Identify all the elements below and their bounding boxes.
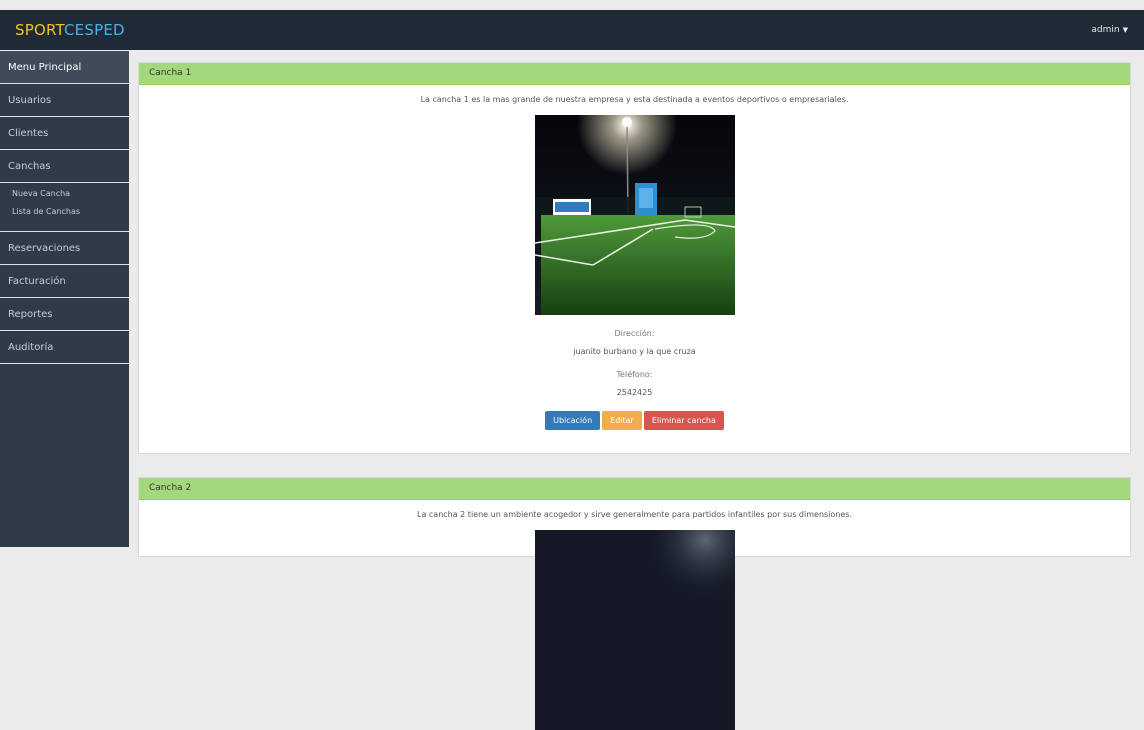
- cancha-panel: Cancha 2 La cancha 2 tiene un ambiente a…: [138, 477, 1131, 730]
- sidebar-item-reservaciones[interactable]: Reservaciones: [0, 232, 129, 265]
- user-menu-label: admin: [1091, 25, 1120, 35]
- brand-logo[interactable]: SPORTCESPED: [15, 21, 125, 39]
- editar-button[interactable]: Editar: [602, 411, 642, 430]
- user-menu[interactable]: admin ▼: [1091, 25, 1128, 35]
- telefono-label: Teléfono:: [616, 370, 653, 379]
- sidebar-subitem-lista-canchas[interactable]: Lista de Canchas: [0, 203, 129, 221]
- cancha-actions: Ubicación Editar Eliminar cancha: [139, 411, 1130, 430]
- cancha-photo: [534, 115, 735, 315]
- cancha-panel: Cancha 1 La cancha 1 es la mas grande de…: [138, 62, 1131, 454]
- telefono-value: 2542425: [616, 388, 653, 397]
- cancha-description: La cancha 1 es la mas grande de nuestra …: [420, 95, 849, 104]
- sidebar-item-menu-principal[interactable]: Menu Principal: [0, 51, 129, 84]
- cancha-photo: [534, 530, 735, 730]
- sidebar-item-auditoria[interactable]: Auditoría: [0, 331, 129, 364]
- cancha-description: La cancha 2 tiene un ambiente acogedor y…: [416, 510, 852, 519]
- brand-part-cesped: CESPED: [64, 21, 125, 39]
- sidebar-item-clientes[interactable]: Clientes: [0, 117, 129, 150]
- eliminar-cancha-button[interactable]: Eliminar cancha: [643, 411, 724, 430]
- ubicacion-button[interactable]: Ubicación: [545, 411, 601, 430]
- panel-title: Cancha 1: [139, 63, 1130, 85]
- sidebar-item-canchas[interactable]: Canchas: [0, 150, 129, 183]
- sidebar: Menu Principal Usuarios Clientes Canchas…: [0, 51, 129, 547]
- brand-part-sport: SPORT: [15, 21, 64, 39]
- panel-title: Cancha 2: [139, 478, 1130, 500]
- canchas-submenu: Nueva Cancha Lista de Canchas: [0, 185, 129, 232]
- sidebar-item-facturacion[interactable]: Facturación: [0, 265, 129, 298]
- direccion-label: Dirección:: [614, 329, 655, 338]
- top-navbar: SPORTCESPED admin ▼: [0, 10, 1144, 50]
- sidebar-item-usuarios[interactable]: Usuarios: [0, 84, 129, 117]
- caret-down-icon: ▼: [1122, 26, 1128, 34]
- sidebar-subitem-nueva-cancha[interactable]: Nueva Cancha: [0, 185, 129, 203]
- sidebar-item-reportes[interactable]: Reportes: [0, 298, 129, 331]
- direccion-value: juanito burbano y la que cruza: [573, 347, 696, 356]
